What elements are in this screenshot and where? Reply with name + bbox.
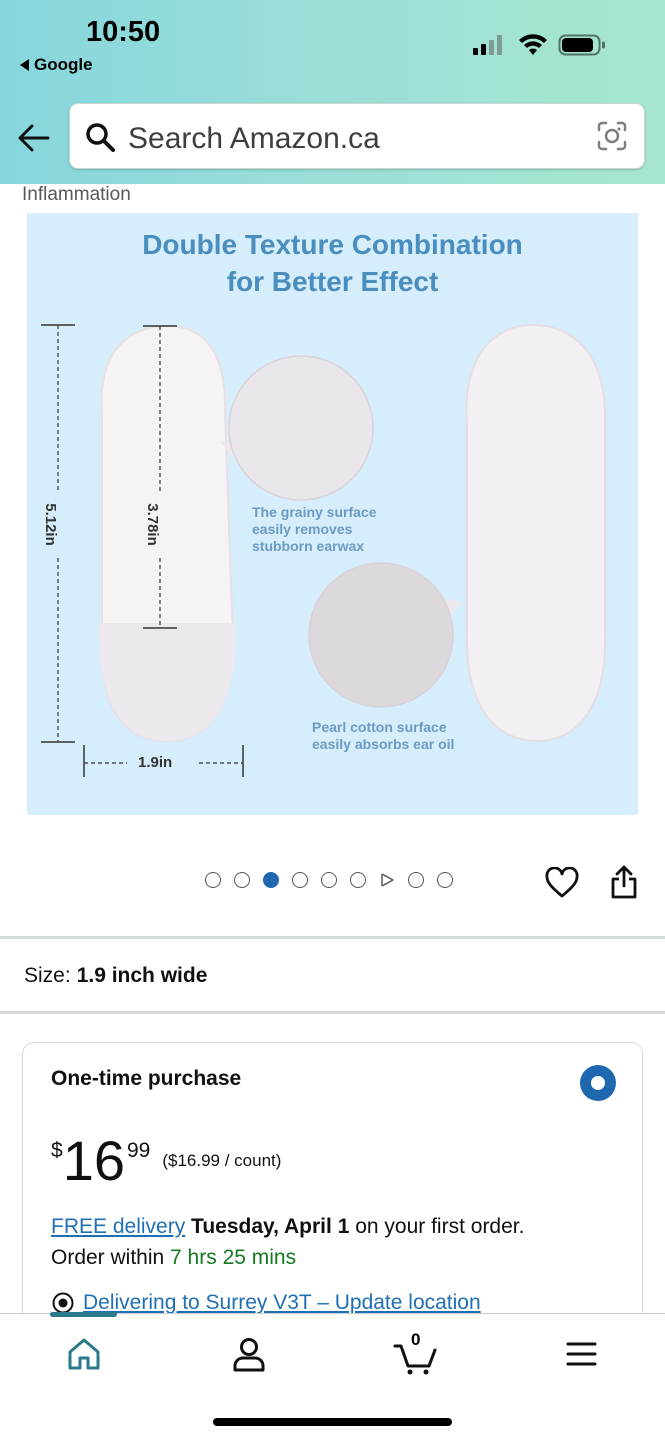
unit-price: ($16.99 / count) [162,1151,282,1170]
back-arrow-icon[interactable] [16,120,52,156]
carousel-video-play-icon[interactable] [379,872,395,888]
delivery-info: FREE delivery Tuesday, April 1 on your f… [51,1211,631,1273]
top-header: 10:50 Google Search Amazon.ca [0,0,665,184]
size-label: Size: [24,964,71,987]
price: $ 16 99 ($16.99 / count) [51,1133,281,1189]
order-within-label: Order within [51,1246,165,1269]
carousel-dot[interactable] [321,872,337,888]
section-divider [0,1011,665,1014]
carousel-dot[interactable] [292,872,308,888]
active-tab-indicator [50,1312,117,1317]
nav-home-icon[interactable] [62,1332,106,1376]
delivery-date: Tuesday, April 1 [191,1215,350,1238]
wifi-icon [519,34,547,55]
carousel-dot[interactable] [350,872,366,888]
truncated-title-text: Inflammation [22,184,131,205]
product-image[interactable]: Double Texture Combination for Better Ef… [27,213,638,815]
wishlist-heart-icon[interactable] [545,867,579,899]
image-carousel-dots[interactable] [205,872,453,888]
caption-grainy-surface: The grainy surface easily removes stubbo… [252,504,377,554]
battery-icon [558,34,605,56]
camera-lens-icon[interactable] [596,120,628,152]
purchase-option-title: One-time purchase [51,1067,242,1090]
back-triangle-icon [20,59,29,71]
size-selector[interactable]: Size: 1.9 inch wide [24,964,207,988]
cellular-signal-icon [473,35,502,55]
price-fraction: 99 [126,1139,151,1162]
dimension-inner-label: 3.78in [143,503,161,546]
location-text: Delivering to Surrey V3T – Update locati… [83,1291,481,1314]
dimension-width-label: 1.9in [138,754,173,771]
back-app-label: Google [34,55,93,74]
home-indicator[interactable] [213,1418,452,1426]
price-currency: $ [51,1139,63,1162]
price-whole: 16 [62,1129,125,1192]
carousel-dot[interactable] [408,872,424,888]
carousel-dot[interactable] [437,872,453,888]
delivery-suffix: on your first order. [355,1215,525,1238]
carousel-dot[interactable] [205,872,221,888]
order-within-time: 7 hrs 25 mins [170,1246,297,1269]
dimension-length-label: 5.12in [41,503,59,546]
carousel-dot-active[interactable] [263,872,279,888]
section-divider [0,936,665,939]
share-icon[interactable] [609,864,639,900]
status-time: 10:50 [86,16,161,48]
back-to-app-link[interactable]: Google [20,55,93,75]
carousel-dot[interactable] [234,872,250,888]
nav-account-icon[interactable] [227,1332,271,1376]
caption-pearl-cotton: Pearl cotton surface easily absorbs ear … [312,719,455,752]
free-delivery-link[interactable]: FREE delivery [51,1215,185,1238]
nav-menu-icon[interactable] [559,1332,603,1376]
purchase-option-radio[interactable] [580,1065,616,1101]
size-value: 1.9 inch wide [76,964,208,987]
search-input[interactable]: Search Amazon.ca [69,103,645,169]
search-icon [86,123,115,152]
cart-count-badge: 0 [411,1330,421,1349]
search-placeholder: Search Amazon.ca [128,122,380,155]
